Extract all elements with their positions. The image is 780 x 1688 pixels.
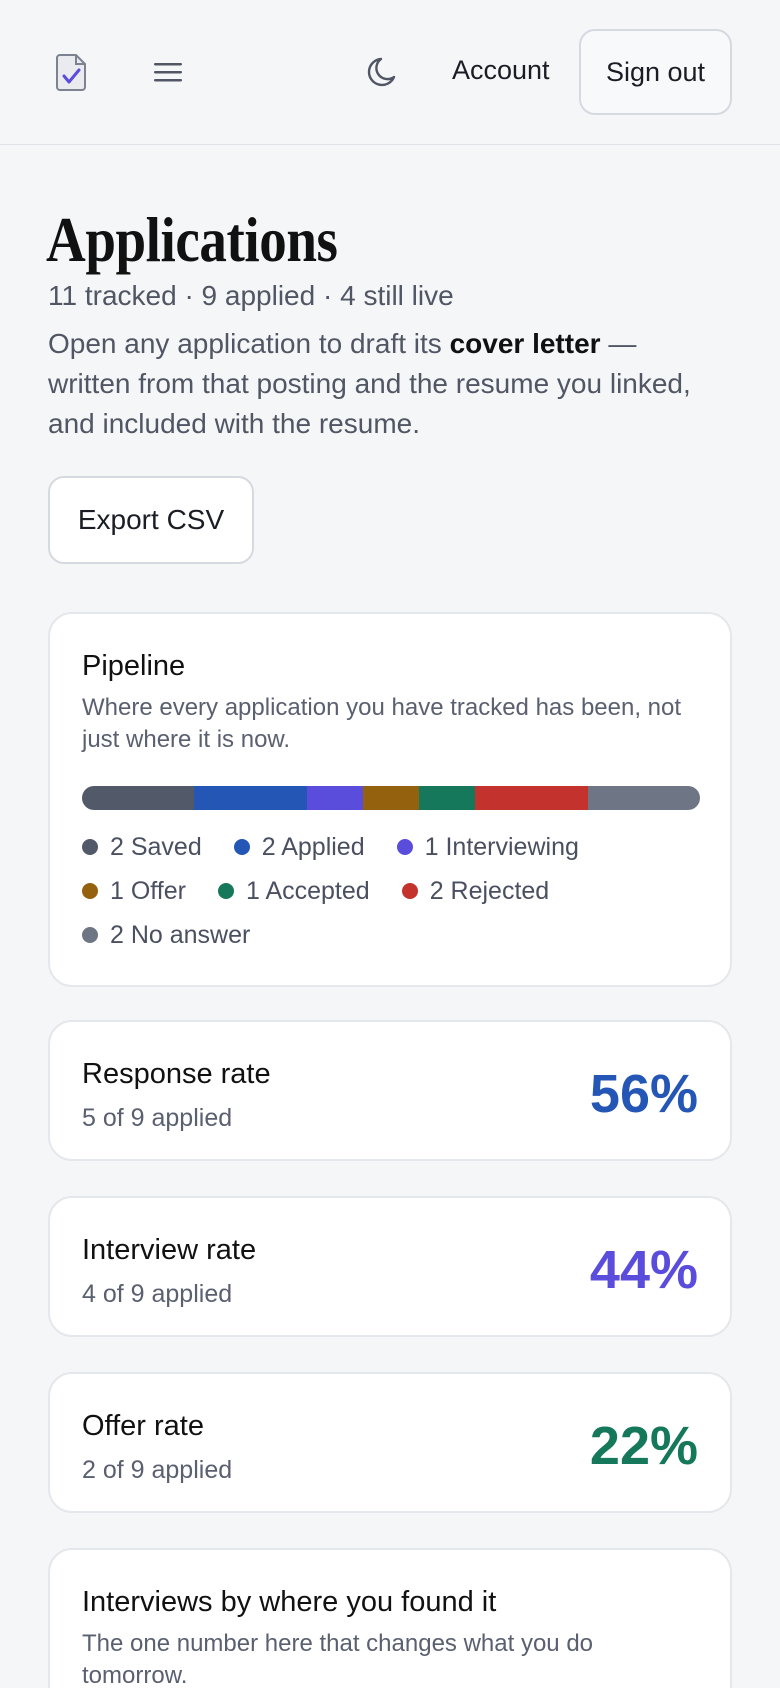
- stat-subtext: 5 of 9 applied: [82, 1104, 233, 1132]
- document-check-icon[interactable]: [54, 52, 90, 92]
- stat-title: Response rate: [82, 1058, 271, 1090]
- pipeline-title: Pipeline: [82, 650, 186, 682]
- legend-dot: [82, 839, 98, 855]
- intro-text-bold: cover letter: [449, 328, 601, 359]
- top-bar: Account Sign out: [0, 0, 780, 145]
- account-link[interactable]: Account: [452, 50, 550, 90]
- legend-label: 2 No answer: [110, 921, 251, 949]
- legend-item: 2 No answer: [82, 920, 250, 950]
- pipeline-segment-applied: [194, 786, 307, 810]
- page-subtitle: 11 tracked · 9 applied · 4 still live: [48, 280, 454, 311]
- stat-subtext: 4 of 9 applied: [82, 1280, 233, 1308]
- pipeline-segment-no-answer: [587, 786, 700, 810]
- legend-label: 2 Applied: [261, 833, 365, 861]
- menu-icon[interactable]: [152, 58, 184, 86]
- legend-item: 1 Accepted: [217, 876, 370, 906]
- interview-rate-card: Interview rate 4 of 9 applied 44%: [48, 1196, 732, 1337]
- stat-value: 44%: [589, 1240, 698, 1300]
- legend-dot: [82, 883, 98, 899]
- pipeline-segment-saved: [82, 786, 195, 810]
- pipeline-segment-accepted: [419, 786, 476, 810]
- export-csv-button[interactable]: Export CSV: [48, 476, 254, 564]
- moon-icon[interactable]: [366, 54, 402, 90]
- legend-item: 2 Saved: [82, 832, 202, 862]
- legend-label: 1 Interviewing: [424, 833, 579, 861]
- pipeline-description: Where every application you have tracked…: [82, 694, 682, 753]
- page-title: Applications: [46, 204, 338, 275]
- intro-text-start: Open any application to draft its: [48, 328, 450, 359]
- legend-dot: [217, 883, 234, 899]
- legend-item: 1 Interviewing: [396, 832, 579, 862]
- legend-item: 2 Applied: [233, 832, 365, 862]
- stat-title: Interview rate: [82, 1234, 257, 1266]
- pipeline-segment-rejected: [475, 786, 588, 810]
- stat-subtext: 2 of 9 applied: [82, 1456, 233, 1484]
- sources-description: The one number here that changes what yo…: [82, 1630, 594, 1688]
- legend-label: 1 Accepted: [245, 877, 370, 905]
- legend-dot: [233, 839, 250, 855]
- stat-value: 22%: [589, 1416, 698, 1476]
- interviews-by-source-card: Interviews by where you found it The one…: [48, 1548, 732, 1688]
- pipeline-legend: 2 Saved 2 Applied 1 Interviewing 1 Offer 1 A…: [82, 832, 702, 950]
- stat-value: 56%: [589, 1064, 698, 1124]
- legend-dot: [82, 927, 98, 943]
- legend-label: 1 Offer: [110, 877, 186, 905]
- sources-title: Interviews by where you found it: [82, 1586, 497, 1618]
- legend-item: 1 Offer: [82, 876, 186, 906]
- response-rate-card: Response rate 5 of 9 applied 56%: [48, 1020, 732, 1161]
- legend-dot: [396, 839, 413, 855]
- intro-text: Open any application to draft its cover …: [48, 324, 708, 444]
- legend-label: 2 Saved: [110, 833, 202, 861]
- stat-title: Offer rate: [82, 1410, 204, 1442]
- pipeline-segment-interviewing: [306, 786, 363, 810]
- legend-dot: [401, 883, 418, 899]
- pipeline-segment-offer: [362, 786, 420, 810]
- offer-rate-card: Offer rate 2 of 9 applied 22%: [48, 1372, 732, 1513]
- pipeline-bar: [82, 786, 700, 810]
- sign-out-button[interactable]: Sign out: [579, 29, 732, 115]
- legend-item: 2 Rejected: [401, 876, 550, 906]
- pipeline-card: Pipeline Where every application you hav…: [48, 612, 732, 987]
- legend-label: 2 Rejected: [429, 877, 550, 905]
